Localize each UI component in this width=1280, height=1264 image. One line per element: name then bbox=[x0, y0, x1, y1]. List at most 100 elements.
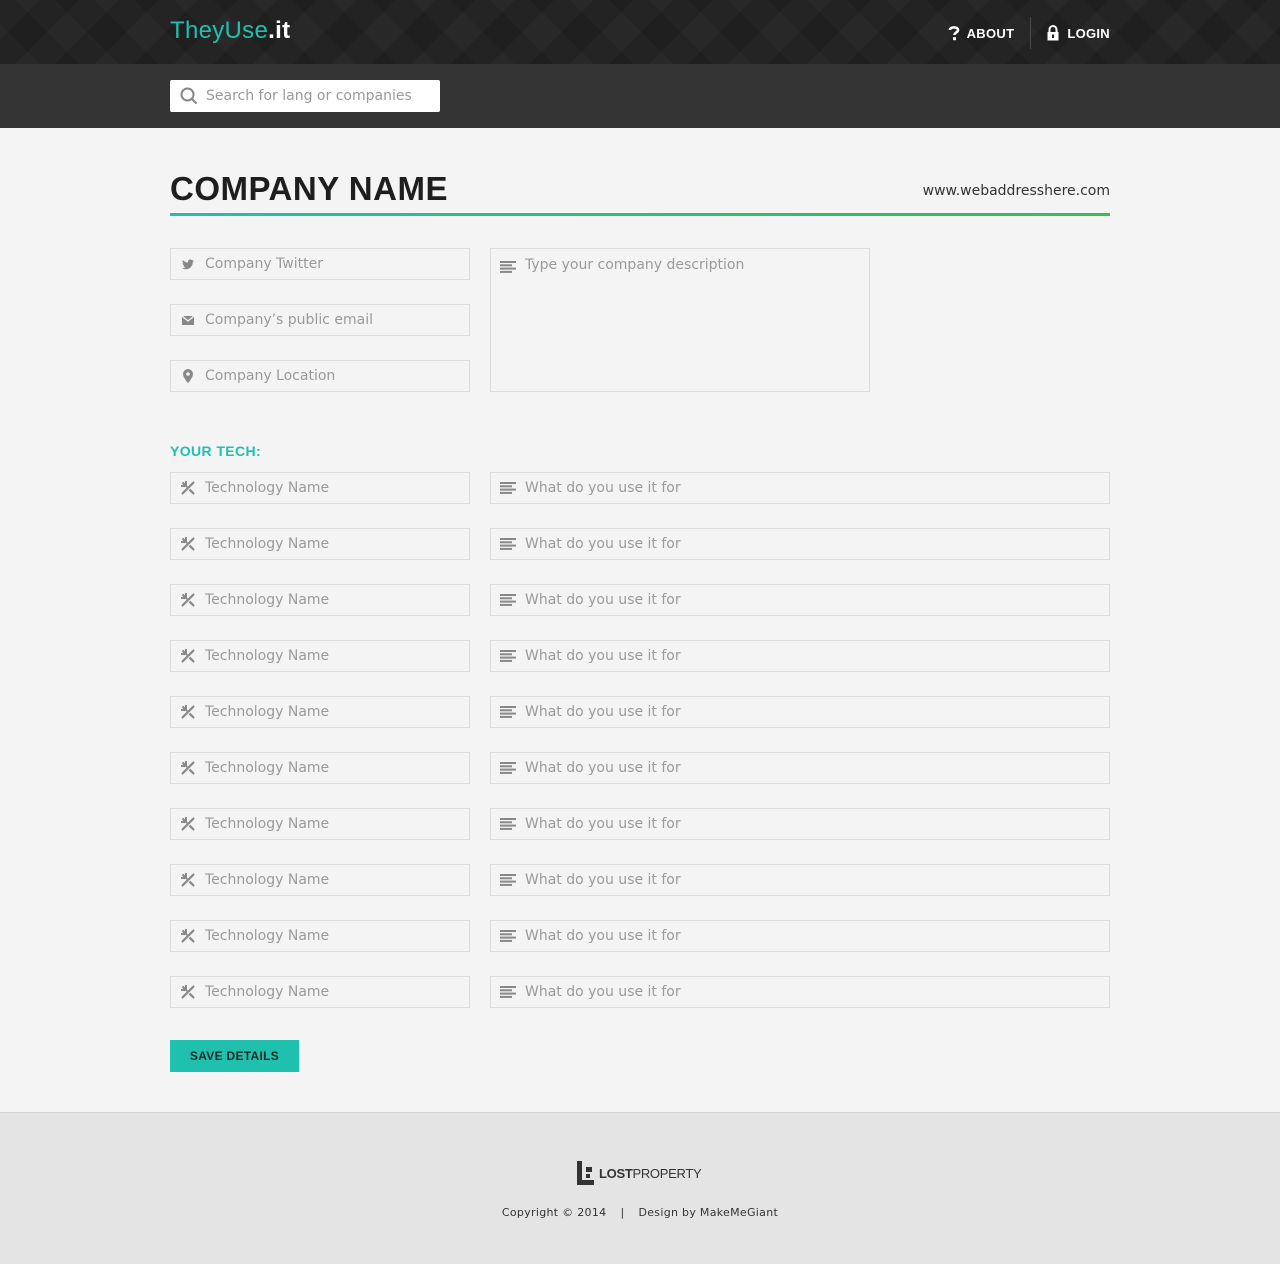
tech-usage-input[interactable] bbox=[525, 480, 1109, 496]
tools-icon bbox=[171, 816, 205, 832]
tools-icon bbox=[171, 984, 205, 1000]
tech-name-field[interactable] bbox=[170, 472, 470, 504]
company-description-input[interactable] bbox=[525, 255, 861, 385]
top-header: TheyUse.it ABOUT LOGIN bbox=[0, 0, 1280, 64]
copyright-text: Copyright © 2014 bbox=[501, 1206, 607, 1219]
tech-name-field[interactable] bbox=[170, 584, 470, 616]
tools-icon bbox=[171, 704, 205, 720]
company-twitter-field[interactable] bbox=[170, 248, 470, 280]
nav-about-label: ABOUT bbox=[966, 25, 1015, 41]
align-left-icon bbox=[500, 258, 516, 277]
search-icon bbox=[180, 87, 198, 105]
footer-separator: | bbox=[620, 1206, 625, 1219]
lost-property-logo[interactable]: LOST PROPERTY bbox=[577, 1161, 702, 1185]
tech-name-field[interactable] bbox=[170, 528, 470, 560]
tech-name-input[interactable] bbox=[205, 928, 469, 944]
company-name-title: COMPANY NAME bbox=[170, 170, 448, 207]
tech-usage-field[interactable] bbox=[490, 472, 1110, 504]
search-bar bbox=[0, 64, 1280, 128]
tech-usage-field[interactable] bbox=[490, 864, 1110, 896]
nav-about-link[interactable]: ABOUT bbox=[948, 25, 1015, 41]
tech-name-field[interactable] bbox=[170, 808, 470, 840]
tech-usage-field[interactable] bbox=[490, 584, 1110, 616]
tech-usage-input[interactable] bbox=[525, 648, 1109, 664]
tech-name-field[interactable] bbox=[170, 976, 470, 1008]
company-email-input[interactable] bbox=[205, 312, 469, 328]
save-details-button[interactable]: SAVE DETAILS bbox=[170, 1040, 299, 1072]
tech-name-input[interactable] bbox=[205, 480, 469, 496]
nav-login-link[interactable]: LOGIN bbox=[1046, 25, 1110, 41]
company-email-field[interactable] bbox=[170, 304, 470, 336]
tech-name-input[interactable] bbox=[205, 592, 469, 608]
align-left-icon bbox=[491, 706, 525, 718]
search-field[interactable] bbox=[170, 80, 440, 112]
tools-icon bbox=[171, 648, 205, 664]
tech-name-input[interactable] bbox=[205, 872, 469, 888]
align-left-icon bbox=[491, 818, 525, 830]
top-nav: ABOUT LOGIN bbox=[948, 17, 1110, 49]
tech-usage-input[interactable] bbox=[525, 536, 1109, 552]
tech-name-input[interactable] bbox=[205, 536, 469, 552]
your-tech-heading: YOUR TECH: bbox=[170, 443, 262, 459]
logo-tld: .it bbox=[268, 17, 291, 44]
twitter-icon bbox=[171, 259, 205, 270]
tools-icon bbox=[171, 872, 205, 888]
tech-usage-input[interactable] bbox=[525, 592, 1109, 608]
tools-icon bbox=[171, 536, 205, 552]
tech-name-input[interactable] bbox=[205, 816, 469, 832]
tech-name-input[interactable] bbox=[205, 704, 469, 720]
align-left-icon bbox=[491, 930, 525, 942]
align-left-icon bbox=[491, 762, 525, 774]
tech-name-input[interactable] bbox=[205, 760, 469, 776]
nav-login-label: LOGIN bbox=[1067, 25, 1110, 41]
align-left-icon bbox=[491, 986, 525, 998]
tech-name-input[interactable] bbox=[205, 648, 469, 664]
tech-name-field[interactable] bbox=[170, 696, 470, 728]
tech-usage-field[interactable] bbox=[490, 696, 1110, 728]
design-credit[interactable]: Design by MakeMeGiant bbox=[638, 1206, 778, 1219]
tech-usage-input[interactable] bbox=[525, 704, 1109, 720]
align-left-icon bbox=[491, 650, 525, 662]
tech-usage-field[interactable] bbox=[490, 528, 1110, 560]
tools-icon bbox=[171, 928, 205, 944]
company-location-field[interactable] bbox=[170, 360, 470, 392]
footer-logo-bold: LOST bbox=[599, 1165, 633, 1181]
tech-name-field[interactable] bbox=[170, 864, 470, 896]
logo-brand: TheyUse bbox=[170, 17, 269, 44]
map-pin-icon bbox=[171, 369, 205, 383]
search-input[interactable] bbox=[206, 88, 426, 104]
tech-name-field[interactable] bbox=[170, 640, 470, 672]
footer-logo-thin: PROPERTY bbox=[632, 1165, 702, 1181]
tools-icon bbox=[171, 760, 205, 776]
company-url[interactable]: www.webaddresshere.com bbox=[923, 183, 1110, 199]
tech-name-input[interactable] bbox=[205, 984, 469, 1000]
tech-usage-input[interactable] bbox=[525, 872, 1109, 888]
question-icon bbox=[948, 26, 959, 41]
site-logo[interactable]: TheyUse.it bbox=[170, 17, 290, 45]
envelope-icon bbox=[171, 315, 205, 325]
title-divider bbox=[170, 213, 1110, 216]
footer: LOST PROPERTY Copyright © 2014 | Design by … bbox=[0, 1112, 1280, 1264]
tech-name-field[interactable] bbox=[170, 752, 470, 784]
lost-property-mark-icon bbox=[577, 1161, 594, 1185]
company-description-field[interactable] bbox=[490, 248, 870, 392]
tech-usage-input[interactable] bbox=[525, 928, 1109, 944]
align-left-icon bbox=[491, 482, 525, 494]
align-left-icon bbox=[491, 538, 525, 550]
tech-usage-field[interactable] bbox=[490, 920, 1110, 952]
footer-credits: Copyright © 2014 | Design by MakeMeGiant bbox=[0, 1206, 1280, 1219]
tools-icon bbox=[171, 480, 205, 496]
tech-usage-field[interactable] bbox=[490, 752, 1110, 784]
tech-usage-input[interactable] bbox=[525, 816, 1109, 832]
align-left-icon bbox=[491, 874, 525, 886]
tech-name-field[interactable] bbox=[170, 920, 470, 952]
company-location-input[interactable] bbox=[205, 368, 469, 384]
tech-usage-field[interactable] bbox=[490, 976, 1110, 1008]
nav-divider bbox=[1030, 17, 1032, 49]
tech-usage-input[interactable] bbox=[525, 984, 1109, 1000]
tech-usage-field[interactable] bbox=[490, 808, 1110, 840]
company-twitter-input[interactable] bbox=[205, 256, 469, 272]
tech-usage-field[interactable] bbox=[490, 640, 1110, 672]
lock-icon bbox=[1047, 25, 1059, 41]
tech-usage-input[interactable] bbox=[525, 760, 1109, 776]
